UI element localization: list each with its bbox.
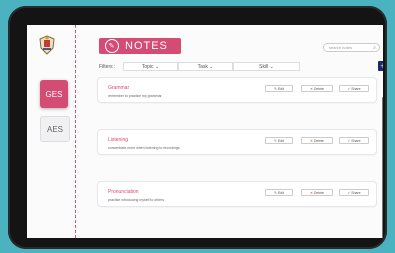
note-title: Grammar xyxy=(108,85,130,91)
note-title: Listening xyxy=(108,137,129,143)
delete-label: Delete xyxy=(313,86,325,91)
crest-icon xyxy=(39,35,55,55)
list-item[interactable]: Pronunciation practise introducing mysel… xyxy=(98,182,376,206)
note-text: practise introducing myself to others xyxy=(108,198,165,202)
filter-task-label: Task xyxy=(197,63,208,70)
share-label: Share xyxy=(351,190,361,195)
list-item[interactable]: Grammar remember to practice my grammar … xyxy=(98,78,376,102)
note-icon: ✎ xyxy=(105,39,119,53)
tab-ges[interactable]: GES xyxy=(40,80,68,108)
filters-label: Filters : xyxy=(99,64,116,70)
note-text: remember to practice my grammar xyxy=(108,94,162,98)
filter-topic-dropdown[interactable]: Topic ⌄ xyxy=(123,62,178,71)
edit-button[interactable]: ✎ Edit xyxy=(265,137,293,144)
filter-skill-label: Skill xyxy=(259,63,269,70)
edit-label: Edit xyxy=(277,86,284,91)
search-input[interactable]: search notes ⌕ xyxy=(323,43,380,52)
share-button[interactable]: ✓ Share xyxy=(339,85,369,92)
share-button[interactable]: ✓ Share xyxy=(339,137,369,144)
chevron-down-icon: ⌄ xyxy=(154,63,160,70)
edit-label: Edit xyxy=(277,138,284,143)
scrollbar[interactable] xyxy=(382,97,383,238)
add-note-button[interactable]: + xyxy=(378,61,383,71)
page-title-text: NOTES xyxy=(125,40,168,52)
note-title: Pronunciation xyxy=(108,189,139,195)
chevron-down-icon: ⌄ xyxy=(269,63,274,70)
page-title: ✎ NOTES xyxy=(99,38,181,54)
search-icon[interactable]: ⌕ xyxy=(373,45,376,51)
delete-label: Delete xyxy=(313,190,325,195)
chevron-down-icon: ⌄ xyxy=(209,63,214,70)
x-icon: ✕ xyxy=(309,190,313,195)
x-icon: ✕ xyxy=(309,86,313,91)
search-placeholder: search notes xyxy=(329,45,352,50)
delete-button[interactable]: ✕ Delete xyxy=(301,137,333,144)
filter-skill-dropdown[interactable]: Skill ⌄ xyxy=(233,62,300,71)
delete-button[interactable]: ✕ Delete xyxy=(301,189,333,196)
list-item[interactable]: Listening concentrate more when listenin… xyxy=(98,130,376,154)
filter-task-dropdown[interactable]: Task ⌄ xyxy=(178,62,233,71)
edit-button[interactable]: ✎ Edit xyxy=(265,85,293,92)
delete-label: Delete xyxy=(313,138,325,143)
delete-button[interactable]: ✕ Delete xyxy=(301,85,333,92)
x-icon: ✕ xyxy=(309,138,313,143)
app-screen: GES AES ✎ NOTES search notes ⌕ Filters :… xyxy=(27,25,383,238)
edit-button[interactable]: ✎ Edit xyxy=(265,189,293,196)
notes-list: Grammar remember to practice my grammar … xyxy=(98,78,378,238)
share-label: Share xyxy=(351,86,361,91)
filter-topic-label: Topic xyxy=(141,63,154,70)
sidebar: GES AES xyxy=(27,25,76,238)
tablet-frame: GES AES ✎ NOTES search notes ⌕ Filters :… xyxy=(8,6,387,249)
share-button[interactable]: ✓ Share xyxy=(339,189,369,196)
note-text: concentrate more when listening to recor… xyxy=(108,146,180,150)
tab-aes[interactable]: AES xyxy=(40,116,70,142)
share-label: Share xyxy=(351,138,361,143)
edit-label: Edit xyxy=(277,190,284,195)
